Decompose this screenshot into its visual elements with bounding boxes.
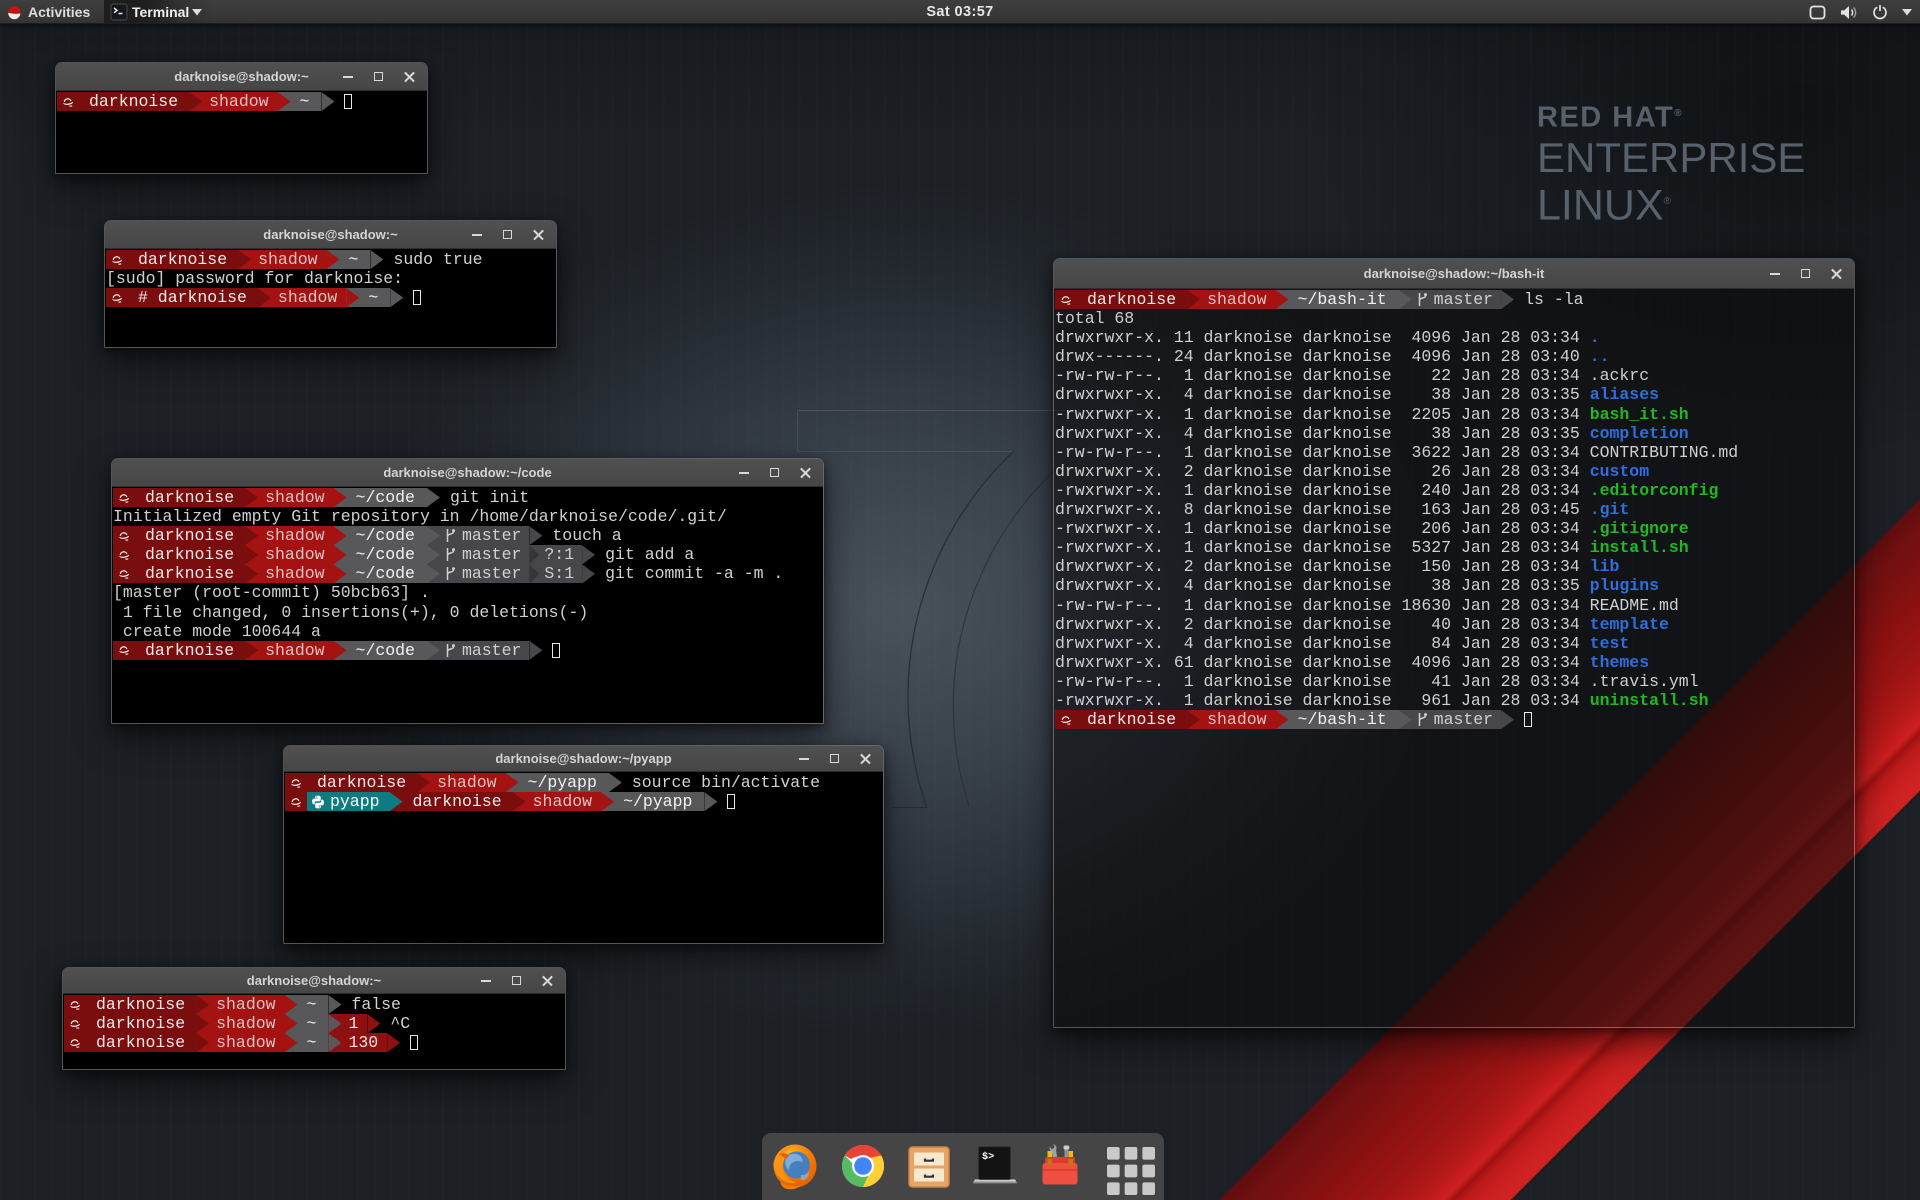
- svg-text:$>: $>: [982, 1151, 994, 1163]
